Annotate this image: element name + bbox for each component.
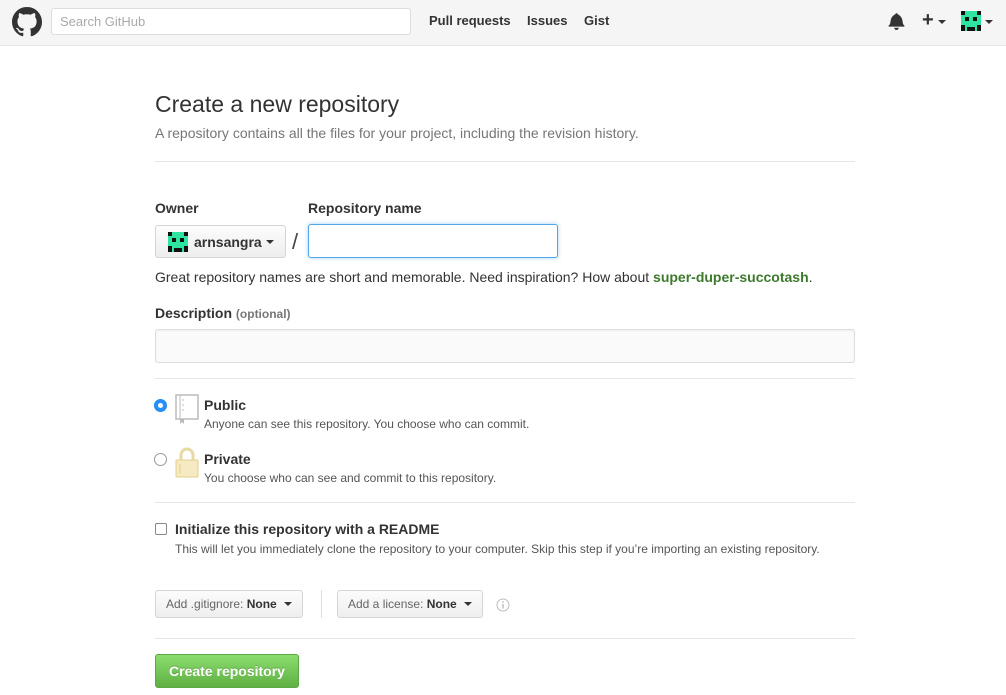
divider — [155, 378, 855, 379]
vertical-divider — [321, 590, 322, 618]
info-icon[interactable] — [496, 598, 510, 612]
repo-name-input[interactable] — [308, 224, 558, 258]
readme-desc: This will let you immediately clone the … — [175, 542, 820, 556]
avatar-icon[interactable] — [961, 11, 981, 31]
chevron-down-icon[interactable] — [938, 20, 946, 24]
description-label-text: Description — [155, 305, 233, 321]
book-icon — [175, 394, 199, 424]
create-repository-button[interactable]: Create repository — [155, 654, 299, 688]
bell-icon[interactable] — [888, 12, 905, 30]
page-subtitle: A repository contains all the files for … — [155, 125, 639, 141]
suggestion-link[interactable]: super-duper-succotash — [653, 269, 809, 285]
plus-icon[interactable]: + — [922, 10, 934, 30]
chevron-down-icon — [284, 601, 293, 606]
description-input[interactable] — [155, 329, 855, 363]
hint-text: Great repository names are short and mem… — [155, 269, 654, 285]
github-logo-icon[interactable] — [12, 7, 42, 37]
private-radio[interactable] — [154, 453, 167, 466]
search-input[interactable] — [51, 8, 411, 35]
owner-select-button[interactable]: arnsangra — [155, 225, 286, 258]
divider — [155, 161, 855, 162]
license-select[interactable]: Add a license: None — [337, 590, 484, 618]
nav-issues[interactable]: Issues — [527, 13, 567, 28]
chevron-down-icon — [464, 601, 473, 606]
readme-checkbox[interactable] — [155, 523, 167, 535]
license-label: Add a license: — [348, 597, 424, 611]
gitignore-label: Add .gitignore: — [166, 597, 244, 611]
license-value: None — [426, 597, 457, 611]
repo-name-hint: Great repository names are short and mem… — [155, 269, 813, 285]
lock-icon — [175, 447, 199, 478]
gitignore-select[interactable]: Add .gitignore: None — [155, 590, 304, 618]
description-label: Description (optional) — [155, 305, 291, 321]
nav-gist[interactable]: Gist — [584, 13, 609, 28]
readme-title: Initialize this repository with a README — [175, 521, 440, 537]
chevron-down-icon[interactable] — [985, 20, 993, 24]
avatar-icon — [168, 232, 188, 252]
owner-name: arnsangra — [194, 234, 262, 250]
divider — [155, 638, 855, 639]
hint-end: . — [808, 269, 813, 285]
optional-tag: (optional) — [235, 307, 291, 321]
owner-label: Owner — [155, 200, 199, 216]
public-radio[interactable] — [154, 399, 167, 412]
private-desc: You choose who can see and commit to thi… — [204, 471, 497, 485]
divider — [155, 502, 855, 503]
top-header: Pull requests Issues Gist + — [0, 0, 1006, 46]
private-title: Private — [204, 451, 251, 467]
public-title: Public — [204, 397, 247, 413]
gitignore-value: None — [246, 597, 277, 611]
chevron-down-icon — [266, 240, 274, 244]
owner-repo-separator: / — [292, 229, 299, 254]
nav-pull-requests[interactable]: Pull requests — [429, 13, 511, 28]
public-desc: Anyone can see this repository. You choo… — [204, 417, 530, 431]
page-title: Create a new repository — [155, 91, 400, 117]
repo-name-label: Repository name — [308, 200, 422, 216]
